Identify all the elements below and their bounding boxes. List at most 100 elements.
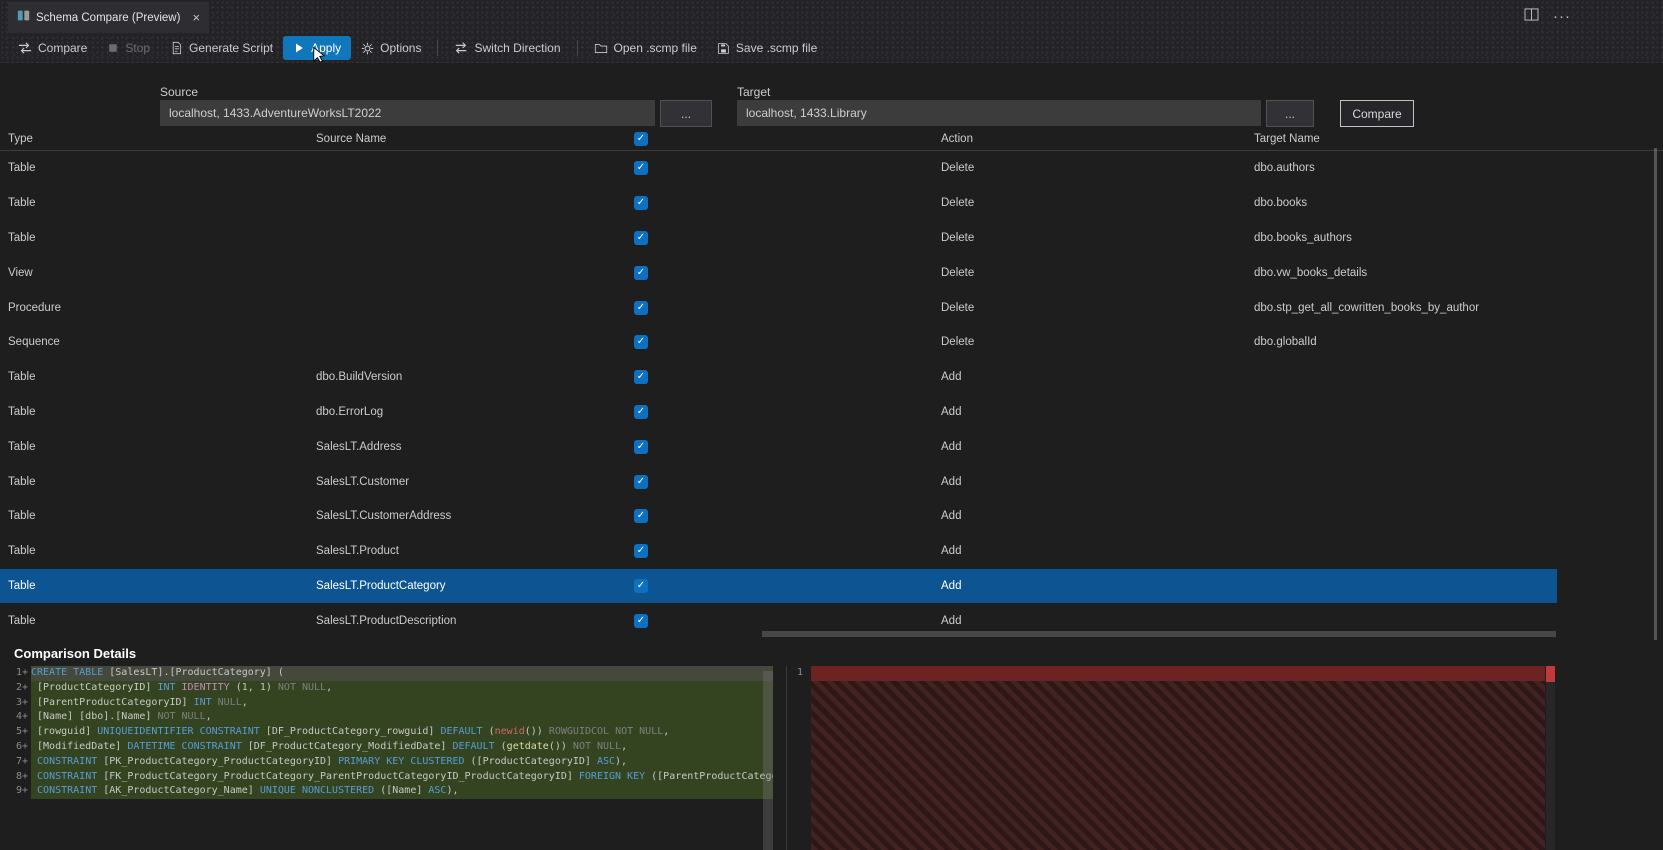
table-row[interactable]: Table SalesLT.CustomerAddress ✓ Add: [0, 499, 1557, 534]
table-row[interactable]: Table ✓ Delete dbo.authors: [0, 151, 1557, 186]
source-script-pane: 1+ CREATE TABLE [SalesLT].[ProductCategor…: [4, 666, 773, 850]
row-type: Table: [8, 614, 36, 627]
row-include-checkbox[interactable]: ✓: [634, 613, 648, 628]
compare-button[interactable]: Compare: [1340, 100, 1414, 127]
row-type: Table: [8, 475, 36, 488]
source-label: Source: [160, 85, 199, 99]
toolbar-button-label: Stop: [125, 41, 151, 55]
options-gear-icon: [361, 42, 374, 55]
source-browse-button[interactable]: ...: [660, 100, 712, 127]
toolbar: Compare Stop Generate Script Apply Options Sw…: [0, 33, 1663, 63]
table-row[interactable]: Table ✓ Delete dbo.books_authors: [0, 221, 1557, 256]
toolbar-button-label: Switch Direction: [474, 41, 561, 55]
code-text: [ModifiedDate] DATETIME CONSTRAINT [DF_P…: [31, 739, 773, 755]
target-input[interactable]: [737, 100, 1261, 126]
table-row[interactable]: Table ✓ Delete dbo.books: [0, 186, 1557, 221]
row-type: Table: [8, 545, 36, 558]
diff-added-line: 2+ [ProductCategoryID] INT IDENTITY (1, …: [4, 680, 773, 696]
row-include-checkbox[interactable]: ✓: [634, 196, 648, 211]
more-actions-icon[interactable]: ···: [1553, 8, 1571, 25]
tab-schema-compare[interactable]: Schema Compare (Preview) ×: [8, 2, 210, 33]
target-browse-button[interactable]: ...: [1266, 100, 1314, 127]
toolbar-separator: [437, 40, 439, 56]
switch-direction-icon: [454, 41, 468, 55]
table-row[interactable]: Table SalesLT.Address ✓ Add: [0, 429, 1557, 464]
line-number: 7+: [4, 754, 31, 770]
row-type: Table: [8, 579, 36, 592]
row-action: Delete: [941, 266, 975, 279]
table-row[interactable]: Procedure ✓ Delete dbo.stp_get_all_cowritte…: [0, 290, 1557, 325]
row-source-name: SalesLT.Product: [316, 545, 399, 558]
toolbar-button-switch-direction[interactable]: Switch Direction: [444, 36, 570, 60]
row-include-checkbox[interactable]: ✓: [634, 265, 648, 280]
split-editor-icon[interactable]: [1524, 7, 1539, 26]
removed-line-strip: [811, 666, 1545, 681]
line-number: 9+: [4, 784, 31, 800]
column-header-target-name[interactable]: Target Name: [1254, 133, 1320, 145]
stop-icon: [107, 42, 119, 54]
column-header-type[interactable]: Type: [8, 133, 33, 145]
column-header-action[interactable]: Action: [941, 133, 973, 145]
row-type: Procedure: [8, 301, 62, 314]
row-source-name: SalesLT.CustomerAddress: [316, 510, 452, 523]
comparison-details-panel: Comparison Details 1+ CREATE TABLE [Sales…: [0, 643, 1663, 850]
toolbar-button-options[interactable]: Options: [351, 36, 431, 60]
toolbar-button-save-scmp[interactable]: Save .scmp file: [707, 36, 827, 60]
diff-added-line: 6+ [ModifiedDate] DATETIME CONSTRAINT [D…: [4, 739, 773, 755]
diff-left-scrollbar[interactable]: [763, 671, 773, 850]
code-text: CONSTRAINT [AK_ProductCategory_Name] UNI…: [31, 784, 773, 800]
horizontal-scrollbar[interactable]: [762, 631, 1556, 637]
row-include-checkbox[interactable]: ✓: [634, 335, 648, 350]
table-row[interactable]: Table dbo.ErrorLog ✓ Add: [0, 395, 1557, 430]
code-text: [rowguid] UNIQUEIDENTIFIER CONSTRAINT [D…: [31, 725, 773, 740]
row-type: Table: [8, 371, 36, 384]
line-number: 4+: [4, 710, 31, 726]
row-include-checkbox[interactable]: ✓: [634, 404, 648, 419]
row-include-checkbox[interactable]: ✓: [634, 300, 648, 315]
toolbar-button-apply[interactable]: Apply: [283, 36, 352, 60]
table-row[interactable]: Table SalesLT.ProductCategory ✓ Add: [0, 568, 1557, 604]
toolbar-button-compare[interactable]: Compare: [8, 36, 97, 60]
tab-close-icon[interactable]: ×: [192, 10, 200, 25]
diff-added-line: 4+ [Name] [dbo].[Name] NOT NULL,: [4, 710, 773, 726]
diff-hatch-filler: [811, 681, 1545, 850]
row-source-name: dbo.ErrorLog: [316, 405, 384, 418]
grid-header: Type Source Name ✓ Action Target Name: [0, 130, 1663, 151]
row-include-checkbox[interactable]: ✓: [634, 509, 648, 524]
table-row[interactable]: Table SalesLT.Product ✓ Add: [0, 534, 1557, 569]
source-input[interactable]: [160, 100, 655, 126]
line-number: 8+: [4, 769, 31, 785]
row-action: Add: [941, 475, 962, 488]
diff-added-line: 9+ CONSTRAINT [AK_ProductCategory_Name] …: [4, 784, 773, 800]
row-include-checkbox[interactable]: ✓: [634, 370, 648, 385]
toolbar-button-label: Generate Script: [189, 41, 274, 55]
row-include-checkbox[interactable]: ✓: [634, 474, 648, 489]
schema-compare-window: Schema Compare (Preview) × ··· Compare St…: [0, 0, 1663, 850]
compare-icon: [18, 41, 32, 55]
table-row[interactable]: Sequence ✓ Delete dbo.globalId: [0, 325, 1557, 360]
vertical-scrollbar[interactable]: [1654, 148, 1657, 640]
row-target-name: dbo.stp_get_all_cowritten_books_by_autho…: [1254, 301, 1480, 314]
row-action: Add: [941, 614, 962, 627]
row-type: Table: [8, 162, 36, 175]
table-row[interactable]: View ✓ Delete dbo.vw_books_details: [0, 255, 1557, 290]
diff-editor: 1+ CREATE TABLE [SalesLT].[ProductCategor…: [0, 666, 1663, 850]
diff-removed-region: [811, 666, 1545, 850]
row-include-checkbox[interactable]: ✓: [634, 439, 648, 454]
table-row[interactable]: Table dbo.BuildVersion ✓ Add: [0, 360, 1557, 395]
toolbar-button-generate-script[interactable]: Generate Script: [160, 36, 283, 60]
select-all-checkbox[interactable]: ✓: [634, 132, 648, 146]
overview-ruler[interactable]: [1546, 666, 1555, 850]
row-include-checkbox[interactable]: ✓: [634, 161, 648, 176]
toolbar-button-open-scmp[interactable]: Open .scmp file: [584, 36, 707, 60]
line-number: 1+: [4, 666, 31, 681]
row-include-checkbox[interactable]: ✓: [634, 544, 648, 559]
line-number: 5+: [4, 725, 31, 740]
toolbar-button-label: Compare: [38, 41, 88, 55]
comparison-details-title: Comparison Details: [14, 646, 137, 661]
row-include-checkbox[interactable]: ✓: [634, 230, 648, 245]
column-header-source-name[interactable]: Source Name: [316, 133, 386, 145]
row-include-checkbox[interactable]: ✓: [634, 578, 648, 593]
row-source-name: SalesLT.Customer: [316, 475, 410, 488]
table-row[interactable]: Table SalesLT.Customer ✓ Add: [0, 464, 1557, 499]
